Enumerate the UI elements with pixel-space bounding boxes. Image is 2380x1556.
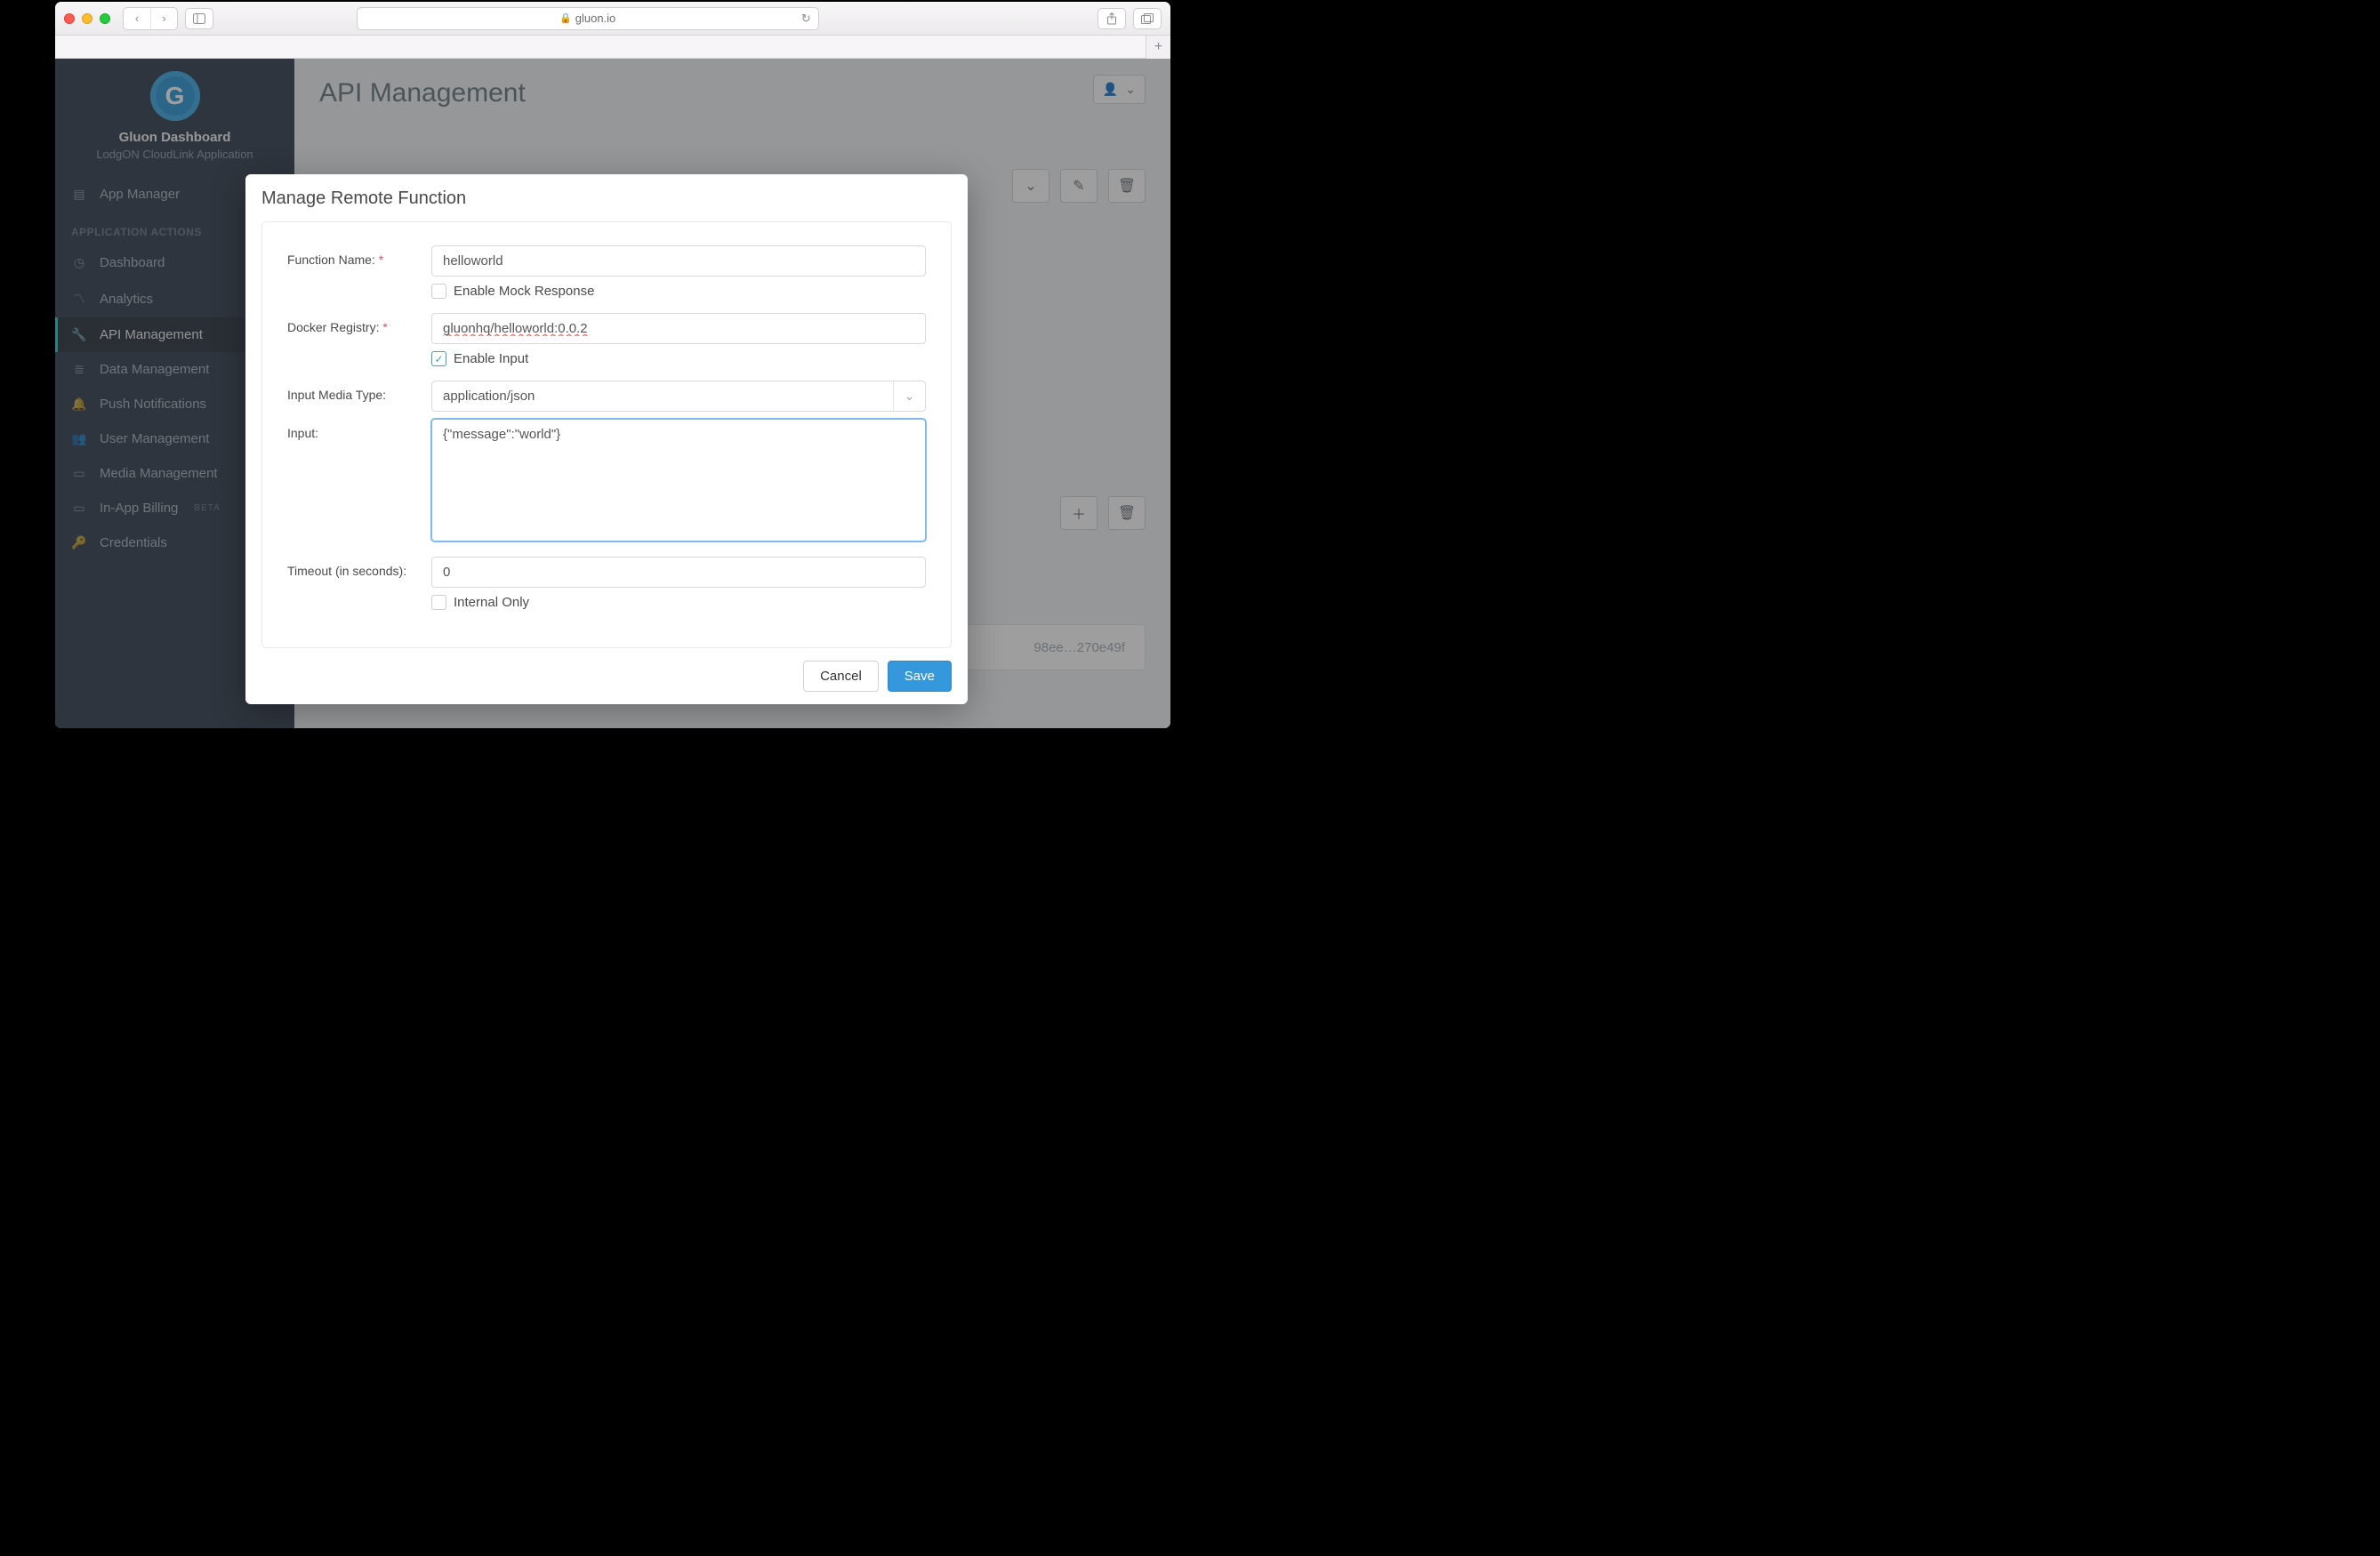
enable-input-checkbox[interactable]: ✓ [431,351,446,366]
modal-form-panel: Function Name: * Enable Mock Response Do… [261,221,952,648]
close-window-button[interactable] [64,13,75,24]
app-viewport: G Gluon Dashboard LodgON CloudLink Appli… [55,59,1170,728]
sidebar-toggle-button[interactable] [185,8,213,29]
share-button[interactable] [1098,8,1126,29]
label-internal-only: Internal Only [454,595,529,610]
address-bar[interactable]: 🔒 gluon.io ↻ [357,7,819,30]
reload-button[interactable]: ↻ [801,12,811,26]
save-button[interactable]: Save [888,661,952,692]
label-timeout: Timeout (in seconds): [287,557,431,578]
internal-only-checkbox[interactable] [431,595,446,610]
browser-toolbar: ‹ › 🔒 gluon.io ↻ [55,2,1170,36]
label-enable-mock: Enable Mock Response [454,284,594,299]
label-enable-input: Enable Input [454,351,528,366]
label-input-media-type: Input Media Type: [287,381,431,402]
minimize-window-button[interactable] [82,13,92,24]
tabs-button[interactable] [1133,8,1162,29]
window-controls [64,13,110,24]
maximize-window-button[interactable] [100,13,110,24]
docker-registry-input[interactable] [431,313,926,344]
browser-window: ‹ › 🔒 gluon.io ↻ + G Gluon Dashboard [55,2,1170,728]
enable-mock-checkbox[interactable] [431,284,446,299]
input-media-type-dropdown[interactable]: ⌄ [431,381,926,412]
url-text: gluon.io [575,12,616,25]
modal-title: Manage Remote Function [261,188,952,209]
input-media-type-field[interactable] [432,381,893,411]
manage-remote-function-modal: Manage Remote Function Function Name: * … [245,174,968,704]
chevron-down-icon: ⌄ [893,381,925,411]
back-button[interactable]: ‹ [124,8,150,29]
lock-icon: 🔒 [559,12,572,24]
new-tab-button[interactable]: + [1146,36,1170,59]
label-input: Input: [287,419,431,440]
tab-bar: + [55,36,1170,59]
function-name-input[interactable] [431,245,926,277]
input-textarea[interactable] [431,419,926,541]
label-function-name: Function Name: * [287,245,431,267]
label-docker-registry: Docker Registry: * [287,313,431,334]
cancel-button[interactable]: Cancel [803,661,879,692]
nav-back-forward: ‹ › [123,7,178,30]
forward-button[interactable]: › [150,8,177,29]
timeout-input[interactable] [431,557,926,588]
